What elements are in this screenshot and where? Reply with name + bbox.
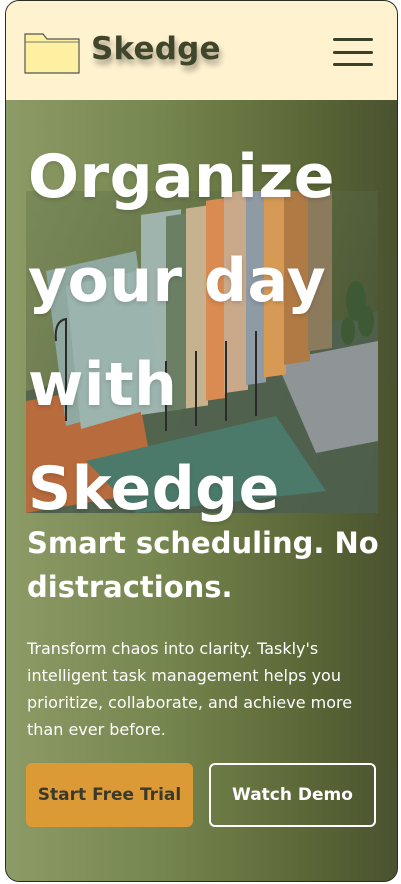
menu-line [333, 50, 373, 54]
folder-icon[interactable] [24, 28, 80, 74]
hero-subtitle: Smart scheduling. No distractions. [27, 526, 379, 604]
menu-line [333, 63, 373, 66]
hero-title: Organize your day with Skedge [28, 142, 335, 524]
phone-frame: Skedge Organize your day with Skedge Sma… [5, 0, 398, 882]
hamburger-menu-icon[interactable] [333, 38, 373, 66]
site-header: Skedge [6, 1, 397, 100]
start-free-trial-button[interactable]: Start Free Trial [26, 763, 193, 827]
watch-demo-button[interactable]: Watch Demo [209, 763, 376, 827]
brand-name[interactable]: Skedge [91, 31, 221, 67]
menu-line [333, 38, 373, 41]
hero-description: Transform chaos into clarity. Taskly's i… [27, 639, 353, 739]
